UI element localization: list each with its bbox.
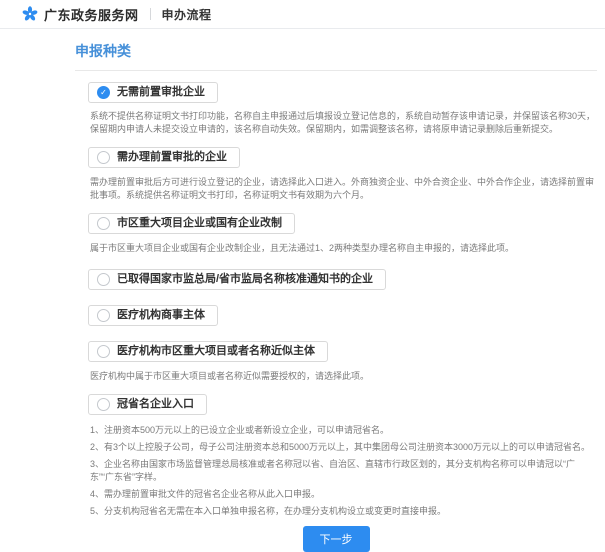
radio-option-name-approval-notice-obtained[interactable]: ✓ 已取得国家市监总局/省市监局名称核准通知书的企业 [88, 269, 386, 290]
description-list-item: 5、分支机构冠省名无需在本入口单独申报名称，在办理分支机构设立或变更时直接申报。 [90, 505, 597, 518]
check-icon: ✓ [100, 89, 107, 97]
radio-option-medical-institution[interactable]: ✓ 医疗机构商事主体 [88, 305, 218, 326]
option-group: ✓ 无需前置审批企业 系统不提供名称证明文书打印功能，名称自主申报通过后填报设立… [88, 71, 597, 136]
option-label: 市区重大项目企业或国有企业改制 [117, 217, 282, 230]
declaration-type-options: ✓ 无需前置审批企业 系统不提供名称证明文书打印功能，名称自主申报通过后填报设立… [88, 71, 597, 518]
radio-option-provincial-name-entry[interactable]: ✓ 冠省名企业入口 [88, 394, 207, 415]
radio-option-medical-major-project-similar-name[interactable]: ✓ 医疗机构市区重大项目或者名称近似主体 [88, 341, 328, 362]
brand-link[interactable]: 广东政务服务网 [22, 5, 139, 24]
radio-option-major-project-or-soe-reform[interactable]: ✓ 市区重大项目企业或国有企业改制 [88, 213, 295, 234]
option-group: ✓ 需办理前置审批的企业 需办理前置审批后方可进行设立登记的企业，请选择此入口进… [88, 136, 597, 202]
description-list-item: 1、注册资本500万元以上的已设立企业或者新设立企业，可以申请冠省名。 [90, 424, 597, 437]
radio-icon: ✓ [97, 345, 110, 358]
option-group: ✓ 市区重大项目企业或国有企业改制 属于市区重大项目企业或国有企业改制企业，且无… [88, 202, 597, 255]
radio-icon: ✓ [97, 273, 110, 286]
option-label: 冠省名企业入口 [117, 398, 194, 411]
main-content: 申报种类 ✓ 无需前置审批企业 系统不提供名称证明文书打印功能，名称自主申报通过… [0, 29, 605, 552]
header-section-title: 申办流程 [162, 6, 212, 23]
option-description: 医疗机构中属于市区重大项目或者名称近似需要授权的，请选择此项。 [90, 370, 597, 383]
description-list-item: 4、需办理前置审批文件的冠省名企业名称从此入口申报。 [90, 488, 597, 501]
header-divider [150, 8, 151, 20]
option-label: 医疗机构商事主体 [117, 309, 205, 322]
page-title: 申报种类 [75, 39, 597, 71]
radio-icon: ✓ [97, 86, 110, 99]
brand-name: 广东政务服务网 [44, 5, 139, 24]
option-group: ✓ 医疗机构商事主体 [88, 291, 597, 327]
radio-icon: ✓ [97, 217, 110, 230]
radio-icon: ✓ [97, 151, 110, 164]
description-list-item: 3、企业名称由国家市场监督管理总局核准或者名称冠以省、自治区、直辖市行政区划的，… [90, 458, 597, 484]
option-group: ✓ 冠省名企业入口 1、注册资本500万元以上的已设立企业或者新设立企业，可以申… [88, 383, 597, 518]
option-label: 已取得国家市监总局/省市监局名称核准通知书的企业 [117, 273, 373, 286]
footer-actions: 下一步 [75, 526, 597, 552]
guangdong-gov-logo-icon [22, 6, 38, 22]
option-description: 需办理前置审批后方可进行设立登记的企业，请选择此入口进入。外商独资企业、中外合资… [90, 176, 597, 202]
description-list-item: 2、有3个以上控股子公司，母子公司注册资本总和5000万元以上，其中集团母公司注… [90, 441, 597, 454]
option-description: 属于市区重大项目企业或国有企业改制企业，且无法通过1、2两种类型办理名称自主申报… [90, 242, 597, 255]
radio-icon: ✓ [97, 398, 110, 411]
radio-icon: ✓ [97, 309, 110, 322]
option-description-list: 1、注册资本500万元以上的已设立企业或者新设立企业，可以申请冠省名。 2、有3… [90, 424, 597, 518]
radio-option-no-pre-approval[interactable]: ✓ 无需前置审批企业 [88, 82, 218, 103]
option-label: 医疗机构市区重大项目或者名称近似主体 [117, 345, 315, 358]
next-step-button[interactable]: 下一步 [303, 526, 370, 552]
option-group: ✓ 已取得国家市监总局/省市监局名称核准通知书的企业 [88, 255, 597, 291]
option-description: 系统不提供名称证明文书打印功能，名称自主申报通过后填报设立登记信息的，系统自动暂… [90, 110, 597, 136]
option-label: 无需前置审批企业 [117, 86, 205, 99]
radio-option-pre-approval-required[interactable]: ✓ 需办理前置审批的企业 [88, 147, 240, 168]
option-group: ✓ 医疗机构市区重大项目或者名称近似主体 医疗机构中属于市区重大项目或者名称近似… [88, 327, 597, 383]
top-header: 广东政务服务网 申办流程 [0, 0, 605, 29]
option-label: 需办理前置审批的企业 [117, 151, 227, 164]
